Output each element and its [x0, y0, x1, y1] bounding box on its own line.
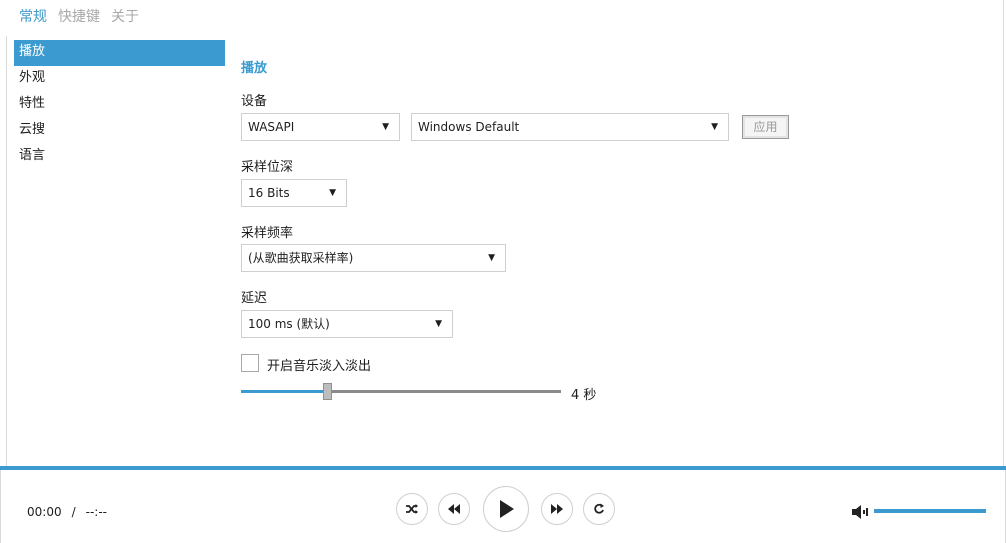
latency-select[interactable]: 100 ms (默认) ▼	[241, 310, 453, 338]
sidebar-item-features[interactable]: 特性	[14, 92, 225, 118]
chevron-down-icon: ▼	[382, 122, 389, 132]
sample-rate-value: (从歌曲获取采样率)	[248, 251, 354, 265]
section-title: 播放	[241, 61, 268, 76]
bit-depth-label: 采样位深	[241, 160, 294, 175]
volume-slider[interactable]	[874, 506, 986, 516]
settings-sidebar: 播放 外观 特性 云搜 语言	[14, 40, 225, 170]
fade-duration-value: 4 秒	[571, 388, 597, 403]
sample-rate-select[interactable]: (从歌曲获取采样率) ▼	[241, 244, 506, 272]
bit-depth-select[interactable]: 16 Bits ▼	[241, 179, 347, 207]
chevron-down-icon: ▼	[711, 122, 718, 132]
previous-button[interactable]	[438, 493, 470, 525]
repeat-button[interactable]	[583, 493, 615, 525]
next-icon	[551, 504, 563, 514]
output-api-value: WASAPI	[248, 120, 295, 134]
window-border-left	[6, 36, 7, 468]
repeat-icon	[594, 503, 604, 514]
total-time: --:--	[85, 505, 108, 519]
chevron-down-icon: ▼	[488, 253, 495, 263]
play-icon	[500, 500, 514, 518]
previous-icon	[448, 504, 460, 514]
fade-slider-thumb[interactable]	[323, 383, 332, 400]
output-api-select[interactable]: WASAPI ▼	[241, 113, 400, 141]
fade-checkbox-label: 开启音乐淡入淡出	[267, 359, 372, 374]
volume-slider-fill	[874, 509, 986, 513]
apply-button[interactable]: 应用	[742, 115, 789, 139]
tab-hotkeys[interactable]: 快捷键	[58, 6, 100, 26]
time-separator: /	[71, 505, 76, 519]
volume-icon[interactable]	[852, 505, 870, 519]
fade-duration-slider[interactable]	[241, 383, 561, 400]
player-border-left	[0, 470, 1, 543]
play-button[interactable]	[483, 486, 529, 532]
output-device-select[interactable]: Windows Default ▼	[411, 113, 729, 141]
sample-rate-label: 采样频率	[241, 226, 294, 241]
shuffle-button[interactable]	[396, 493, 428, 525]
chevron-down-icon: ▼	[329, 188, 336, 198]
bit-depth-value: 16 Bits	[248, 186, 290, 200]
top-tabs: 常规 快捷键 关于	[19, 6, 139, 26]
window-border-right	[1003, 0, 1004, 468]
sidebar-item-appearance[interactable]: 外观	[14, 66, 225, 92]
current-time: 00:00	[27, 505, 62, 519]
sidebar-item-language[interactable]: 语言	[14, 144, 225, 170]
chevron-down-icon: ▼	[435, 319, 442, 329]
next-button[interactable]	[541, 493, 573, 525]
device-label: 设备	[241, 94, 268, 109]
tab-about[interactable]: 关于	[111, 6, 139, 26]
latency-value: 100 ms (默认)	[248, 317, 330, 331]
shuffle-icon	[406, 504, 418, 514]
tab-general[interactable]: 常规	[19, 6, 47, 26]
time-display: 00:00 / --:--	[27, 505, 117, 519]
player-bar-divider	[0, 466, 1006, 470]
sidebar-item-cloud-search[interactable]: 云搜	[14, 118, 225, 144]
fade-checkbox[interactable]	[241, 354, 259, 372]
output-device-value: Windows Default	[418, 120, 520, 134]
fade-slider-fill	[241, 390, 327, 393]
sidebar-item-playback[interactable]: 播放	[14, 40, 225, 66]
latency-label: 延迟	[241, 291, 268, 306]
